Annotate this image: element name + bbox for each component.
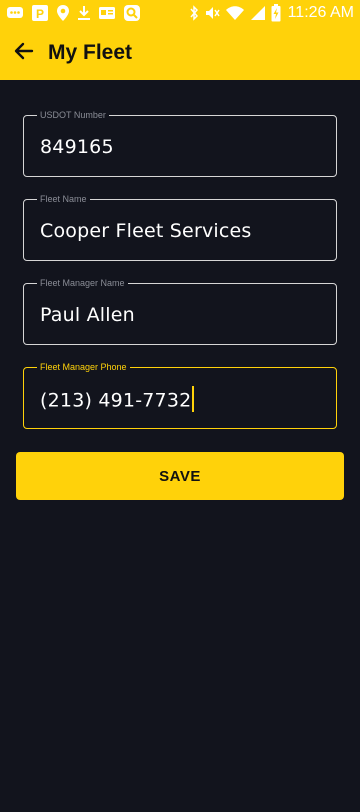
text-cursor	[192, 386, 194, 412]
parking-icon: P	[31, 4, 49, 22]
wifi-icon	[225, 4, 245, 22]
fleet-manager-name-label: Fleet Manager Name	[37, 278, 128, 289]
search-app-icon	[123, 4, 141, 22]
usdot-number-field[interactable]: USDOT Number 849165	[23, 110, 337, 177]
fleet-name-value: Cooper Fleet Services	[40, 220, 252, 242]
mute-icon	[204, 4, 220, 22]
fleet-name-label: Fleet Name	[37, 194, 90, 205]
location-icon	[56, 4, 70, 22]
status-bar: P 11:26 AM	[0, 0, 360, 26]
notification-icons: P	[6, 4, 141, 22]
fleet-manager-phone-input[interactable]: (213) 491-7732	[40, 386, 194, 414]
save-button[interactable]: SAVE	[16, 452, 344, 500]
message-icon	[6, 4, 24, 22]
usdot-number-value: 849165	[40, 136, 114, 158]
svg-text:P: P	[36, 7, 44, 21]
back-button[interactable]	[0, 26, 48, 80]
fleet-manager-phone-field[interactable]: Fleet Manager Phone (213) 491-7732	[23, 362, 337, 429]
news-icon	[98, 4, 116, 22]
battery-charging-icon	[271, 4, 281, 22]
bluetooth-icon	[189, 4, 199, 22]
usdot-number-label: USDOT Number	[37, 110, 109, 121]
download-icon	[77, 4, 91, 22]
fleet-manager-phone-value: (213) 491-7732	[40, 389, 192, 412]
page-title: My Fleet	[48, 41, 133, 64]
fleet-name-field[interactable]: Fleet Name Cooper Fleet Services	[23, 194, 337, 261]
app-bar: My Fleet	[0, 26, 360, 80]
fleet-manager-name-field[interactable]: Fleet Manager Name Paul Allen	[23, 278, 337, 345]
system-icons: 11:26 AM	[189, 4, 354, 22]
arrow-left-icon	[14, 42, 34, 65]
signal-icon	[250, 4, 266, 22]
status-time: 11:26 AM	[287, 4, 354, 21]
fleet-manager-name-value: Paul Allen	[40, 304, 135, 326]
fleet-manager-phone-label: Fleet Manager Phone	[37, 362, 130, 373]
